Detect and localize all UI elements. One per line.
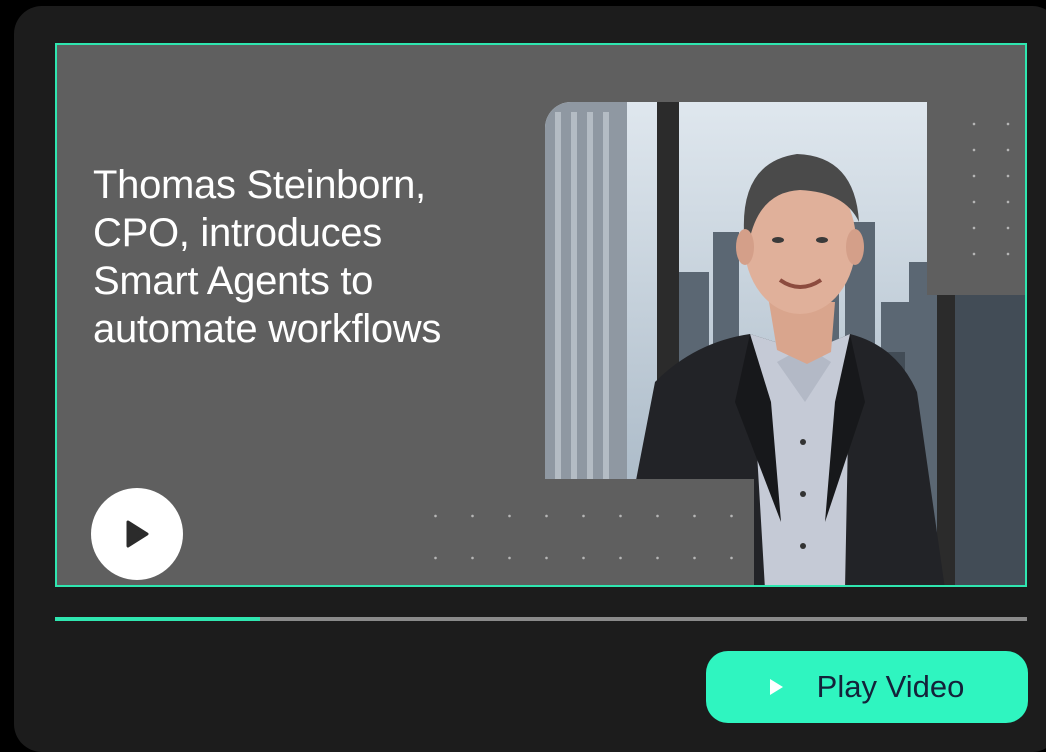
video-progress-fill: [55, 617, 261, 621]
play-video-label: Play Video: [816, 669, 965, 704]
thumbnail-play-button[interactable]: [91, 488, 183, 580]
video-card: Thomas Steinborn, CPO, introduces Smart …: [14, 6, 1046, 752]
headline-line-3: Smart Agents to: [93, 259, 374, 303]
video-thumbnail[interactable]: Thomas Steinborn, CPO, introduces Smart …: [55, 43, 1027, 587]
video-progress-bar[interactable]: [55, 617, 1027, 621]
headline-line-1: Thomas Steinborn,: [93, 163, 426, 207]
play-triangle-icon: [769, 679, 783, 695]
video-headline: Thomas Steinborn, CPO, introduces Smart …: [93, 161, 553, 353]
dot-grid-decoration: [957, 111, 1025, 261]
headline-line-2: CPO, introduces: [93, 211, 382, 255]
play-icon: [126, 520, 149, 548]
play-video-button[interactable]: Play Video: [706, 651, 1028, 723]
dot-grid-decoration: [417, 495, 747, 585]
headline-line-4: automate workflows: [93, 307, 442, 351]
